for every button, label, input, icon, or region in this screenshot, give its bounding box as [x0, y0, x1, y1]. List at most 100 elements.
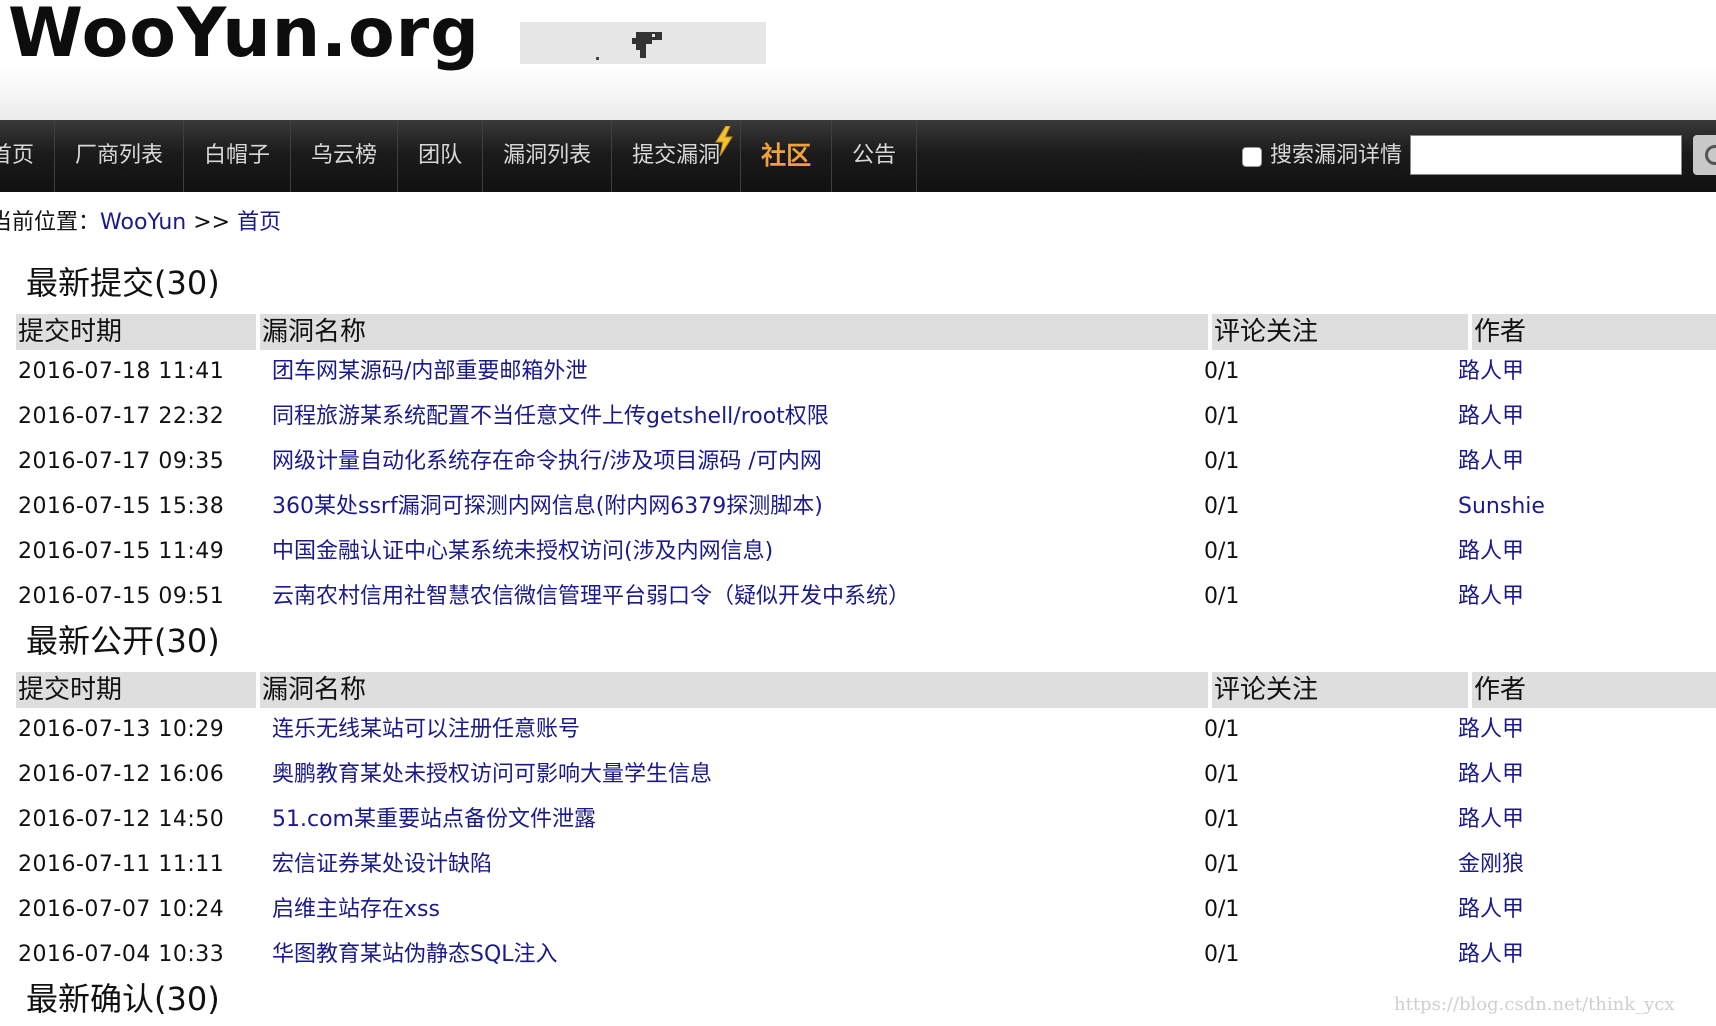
- row-date: 2016-07-04 10:33: [18, 942, 225, 967]
- table-row: 2016-07-04 10:33 华图教育某站伪静态SQL注入 0/1 路人甲: [16, 933, 1712, 977]
- breadcrumb-prefix: 当前位置：: [0, 210, 101, 235]
- nav-community[interactable]: 社区: [741, 120, 833, 192]
- row-bug-link[interactable]: 启维主站存在xss: [272, 888, 440, 932]
- row-bug-link[interactable]: 宏信证券某处设计缺陷: [272, 843, 492, 887]
- banner-dot: [596, 57, 599, 60]
- section-title-latest-submitted: 最新提交(30): [26, 264, 220, 302]
- row-bug-link[interactable]: 360某处ssrf漏洞可探测内网信息(附内网6379探测脚本): [272, 485, 823, 529]
- row-date: 2016-07-17 09:35: [18, 449, 225, 474]
- search-input[interactable]: [1410, 135, 1682, 175]
- row-date: 2016-07-17 22:32: [18, 404, 225, 429]
- row-author-link[interactable]: 路人甲: [1458, 933, 1524, 977]
- col-header-stats: 评论关注: [1212, 672, 1468, 708]
- header-banner-image: [520, 22, 766, 64]
- row-stats: 0/1: [1204, 449, 1240, 474]
- row-author-link[interactable]: 路人甲: [1458, 753, 1524, 797]
- row-author-link[interactable]: 金刚狼: [1458, 843, 1524, 887]
- row-stats: 0/1: [1204, 584, 1240, 609]
- watermark: https://blog.csdn.net/think_ycx: [1394, 994, 1675, 1015]
- section-title-latest-confirmed: 最新确认(30): [26, 980, 220, 1018]
- row-stats: 0/1: [1204, 539, 1240, 564]
- row-stats: 0/1: [1204, 404, 1240, 429]
- row-author-link[interactable]: 路人甲: [1458, 440, 1524, 484]
- row-author-link[interactable]: 路人甲: [1458, 350, 1524, 394]
- main-nav: 首页 厂商列表 白帽子 乌云榜 团队 漏洞列表 提交漏洞 社区 公告 搜索漏洞详…: [0, 120, 1716, 192]
- search-detail-label: 搜索漏洞详情: [1270, 143, 1403, 168]
- table-row: 2016-07-11 11:11 宏信证券某处设计缺陷 0/1 金刚狼: [16, 843, 1712, 887]
- row-date: 2016-07-13 10:29: [18, 717, 225, 742]
- row-author-link[interactable]: 路人甲: [1458, 798, 1524, 842]
- search-icon: [1705, 145, 1716, 165]
- col-header-author: 作者: [1472, 314, 1716, 350]
- row-date: 2016-07-18 11:41: [18, 359, 225, 384]
- table-row: 2016-07-12 14:50 51.com某重要站点备份文件泄露 0/1 路…: [16, 798, 1712, 842]
- row-bug-link[interactable]: 同程旅游某系统配置不当任意文件上传getshell/root权限: [272, 395, 829, 439]
- row-date: 2016-07-11 11:11: [18, 852, 225, 877]
- table-row: 2016-07-18 11:41 团车网某源码/内部重要邮箱外泄 0/1 路人甲: [16, 350, 1712, 394]
- row-stats: 0/1: [1204, 807, 1240, 832]
- row-bug-link[interactable]: 中国金融认证中心某系统未授权访问(涉及内网信息): [272, 530, 773, 574]
- table-row: 2016-07-13 10:29 连乐无线某站可以注册任意账号 0/1 路人甲: [16, 708, 1712, 752]
- table-header: 提交时期 漏洞名称 评论关注 作者: [16, 672, 1716, 708]
- breadcrumb: 当前位置：WooYun >> 首页: [0, 204, 281, 236]
- row-bug-link[interactable]: 团车网某源码/内部重要邮箱外泄: [272, 350, 587, 394]
- col-header-name: 漏洞名称: [260, 314, 1208, 350]
- row-date: 2016-07-15 11:49: [18, 539, 225, 564]
- row-bug-link[interactable]: 51.com某重要站点备份文件泄露: [272, 798, 596, 842]
- table-row: 2016-07-17 09:35 网级计量自动化系统存在命令执行/涉及项目源码 …: [16, 440, 1712, 484]
- row-bug-link[interactable]: 连乐无线某站可以注册任意账号: [272, 708, 580, 752]
- breadcrumb-current-link[interactable]: 首页: [237, 210, 281, 235]
- col-header-date: 提交时期: [16, 672, 256, 708]
- section-title-latest-public: 最新公开(30): [26, 622, 220, 660]
- search-button[interactable]: [1693, 135, 1716, 175]
- table-row: 2016-07-07 10:24 启维主站存在xss 0/1 路人甲: [16, 888, 1712, 932]
- table-row: 2016-07-15 15:38 360某处ssrf漏洞可探测内网信息(附内网6…: [16, 485, 1712, 529]
- row-author-link[interactable]: 路人甲: [1458, 575, 1524, 619]
- search-detail-checkbox[interactable]: [1242, 147, 1262, 167]
- row-stats: 0/1: [1204, 359, 1240, 384]
- nav-whitehats[interactable]: 白帽子: [184, 120, 292, 192]
- row-author-link[interactable]: 路人甲: [1458, 395, 1524, 439]
- site-header: WooYun.org: [0, 0, 1716, 120]
- table-header: 提交时期 漏洞名称 评论关注 作者: [16, 314, 1716, 350]
- row-stats: 0/1: [1204, 852, 1240, 877]
- nav-ranking[interactable]: 乌云榜: [291, 120, 399, 192]
- table-row: 2016-07-15 11:49 中国金融认证中心某系统未授权访问(涉及内网信息…: [16, 530, 1712, 574]
- row-author-link[interactable]: 路人甲: [1458, 530, 1524, 574]
- col-header-author: 作者: [1472, 672, 1716, 708]
- site-logo[interactable]: WooYun.org: [8, 0, 480, 73]
- breadcrumb-separator: >>: [186, 210, 238, 235]
- row-date: 2016-07-07 10:24: [18, 897, 225, 922]
- row-date: 2016-07-15 15:38: [18, 494, 225, 519]
- row-bug-link[interactable]: 网级计量自动化系统存在命令执行/涉及项目源码 /可内网: [272, 440, 822, 484]
- nav-announcements[interactable]: 公告: [832, 120, 918, 192]
- col-header-date: 提交时期: [16, 314, 256, 350]
- row-date: 2016-07-12 16:06: [18, 762, 225, 787]
- row-bug-link[interactable]: 华图教育某站伪静态SQL注入: [272, 933, 558, 977]
- nav-submit-bug[interactable]: 提交漏洞: [612, 120, 742, 192]
- row-date: 2016-07-15 09:51: [18, 584, 225, 609]
- row-date: 2016-07-12 14:50: [18, 807, 225, 832]
- lightning-icon: [715, 126, 734, 156]
- row-stats: 0/1: [1204, 897, 1240, 922]
- nav-home[interactable]: 首页: [0, 120, 56, 192]
- nav-bug-list[interactable]: 漏洞列表: [483, 120, 613, 192]
- dino-icon: [632, 32, 662, 58]
- nav-vendors[interactable]: 厂商列表: [55, 120, 185, 192]
- row-author-link[interactable]: 路人甲: [1458, 888, 1524, 932]
- row-stats: 0/1: [1204, 942, 1240, 967]
- nav-teams[interactable]: 团队: [398, 120, 484, 192]
- nav-submit-bug-label: 提交漏洞: [632, 143, 721, 168]
- col-header-stats: 评论关注: [1212, 314, 1468, 350]
- row-author-link[interactable]: 路人甲: [1458, 708, 1524, 752]
- row-stats: 0/1: [1204, 717, 1240, 742]
- row-bug-link[interactable]: 云南农村信用社智慧农信微信管理平台弱口令（疑似开发中系统）: [272, 575, 910, 619]
- table-row: 2016-07-12 16:06 奥鹏教育某处未授权访问可影响大量学生信息 0/…: [16, 753, 1712, 797]
- nav-items: 首页 厂商列表 白帽子 乌云榜 团队 漏洞列表 提交漏洞 社区 公告: [0, 120, 918, 192]
- row-author-link[interactable]: Sunshie: [1458, 485, 1545, 529]
- table-row: 2016-07-15 09:51 云南农村信用社智慧农信微信管理平台弱口令（疑似…: [16, 575, 1712, 619]
- breadcrumb-home-link[interactable]: WooYun: [100, 210, 186, 235]
- row-bug-link[interactable]: 奥鹏教育某处未授权访问可影响大量学生信息: [272, 753, 712, 797]
- row-stats: 0/1: [1204, 762, 1240, 787]
- col-header-name: 漏洞名称: [260, 672, 1208, 708]
